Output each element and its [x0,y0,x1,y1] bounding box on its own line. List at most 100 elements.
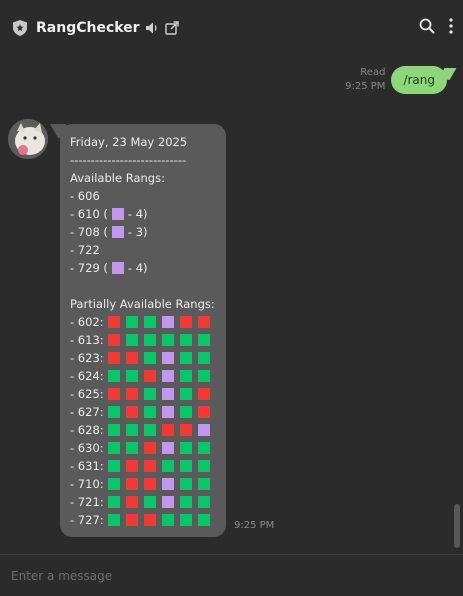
message-date: Friday, 23 May 2025 [70,135,188,149]
green-square-icon [180,514,192,526]
green-square-icon [162,460,174,472]
more-vert-icon[interactable] [449,18,453,38]
green-square-icon [198,460,210,472]
partial-rang-row: - 627: [70,403,216,421]
partial-rang-label: - 602: [70,315,104,329]
partial-heading: Partially Available Rangs: [70,297,215,311]
partial-rang-row: - 602: [70,313,216,331]
red-square-icon [108,388,120,400]
partial-rang-label: - 624: [70,369,104,383]
outgoing-meta: Read 9:25 PM [345,66,385,94]
message-separator: ---------------------------- [70,153,187,167]
green-square-icon [108,478,120,490]
outgoing-time: 9:25 PM [345,81,386,92]
shield-icon [13,20,27,36]
green-square-icon [144,424,156,436]
green-square-icon [180,370,192,382]
red-square-icon [126,352,138,364]
green-square-icon [180,352,192,364]
red-square-icon [126,388,138,400]
available-rang-text: - 729 ( [70,261,108,275]
green-square-icon [198,442,210,454]
available-rang-text: - 722 [70,243,100,257]
chat-title[interactable]: RangChecker [36,20,140,36]
green-square-icon [126,424,138,436]
outgoing-bubble[interactable]: /rang [391,66,447,94]
partial-rang-row: - 624: [70,367,216,385]
partial-rang-label: - 613: [70,333,104,347]
green-square-icon [144,334,156,346]
message-input[interactable] [0,555,463,596]
green-square-icon [108,406,120,418]
green-square-icon [180,478,192,490]
red-square-icon [144,370,156,382]
red-square-icon [126,478,138,490]
incoming-bubble[interactable]: Friday, 23 May 2025 --------------------… [60,124,226,537]
partial-rang-row: - 630: [70,439,216,457]
available-rang-suffix: - 3) [127,225,148,239]
green-square-icon [126,316,138,328]
green-square-icon [108,424,120,436]
red-square-icon [126,406,138,418]
available-rang-item: - 722 [70,241,216,259]
green-square-icon [162,514,174,526]
available-rangs-list: - 606- 610 ( - 4) - 708 ( - 3) - 722- 729 … [70,187,216,277]
speaker-icon[interactable] [145,22,159,34]
green-square-icon [180,496,192,508]
green-square-icon [108,496,120,508]
green-square-icon [198,514,210,526]
avatar[interactable] [8,119,48,159]
message-list[interactable]: Read 9:25 PM /rang Friday, 23 May 2025 -… [0,56,463,554]
available-heading: Available Rangs: [70,171,165,185]
green-square-icon [126,370,138,382]
purple-square-icon [162,442,174,454]
purple-square-icon [162,352,174,364]
partial-rang-label: - 631: [70,459,104,473]
green-square-icon [180,460,192,472]
green-square-icon [108,370,120,382]
purple-square-icon [162,496,174,508]
purple-square-icon [162,406,174,418]
green-square-icon [180,406,192,418]
available-rang-suffix: - 4) [127,207,148,221]
red-square-icon [144,478,156,490]
green-square-icon [108,442,120,454]
partial-rang-row: - 721: [70,493,216,511]
green-square-icon [126,442,138,454]
purple-square-icon [162,478,174,490]
available-rang-item: - 610 ( - 4) [70,205,216,223]
green-square-icon [144,316,156,328]
purple-square-icon [162,370,174,382]
search-icon[interactable] [419,18,435,38]
partial-rang-label: - 721: [70,495,104,509]
purple-square-icon [162,316,174,328]
red-square-icon [126,514,138,526]
available-rang-item: - 729 ( - 4) [70,259,216,277]
partial-rang-row: - 623: [70,349,216,367]
partial-rang-label: - 710: [70,477,104,491]
green-square-icon [144,388,156,400]
available-rang-suffix: - 4) [127,261,148,275]
available-rang-text: - 610 ( [70,207,108,221]
green-square-icon [108,460,120,472]
green-square-icon [108,514,120,526]
green-square-icon [144,406,156,418]
red-square-icon [108,334,120,346]
available-rang-item: - 606 [70,187,216,205]
green-square-icon [198,334,210,346]
green-square-icon [144,352,156,364]
partial-rangs-list: - 602: - 613: - 623: - 624: - 625: - 627: - 62… [70,313,216,529]
scrollbar-thumb[interactable] [454,504,460,548]
red-square-icon [108,352,120,364]
red-square-icon [180,424,192,436]
green-square-icon [144,496,156,508]
partial-rang-label: - 727: [70,513,104,527]
partial-rang-label: - 628: [70,423,104,437]
open-window-icon[interactable] [164,21,179,35]
purple-square-icon [111,262,124,274]
red-square-icon [144,442,156,454]
red-square-icon [198,316,210,328]
green-square-icon [162,334,174,346]
green-square-icon [180,442,192,454]
